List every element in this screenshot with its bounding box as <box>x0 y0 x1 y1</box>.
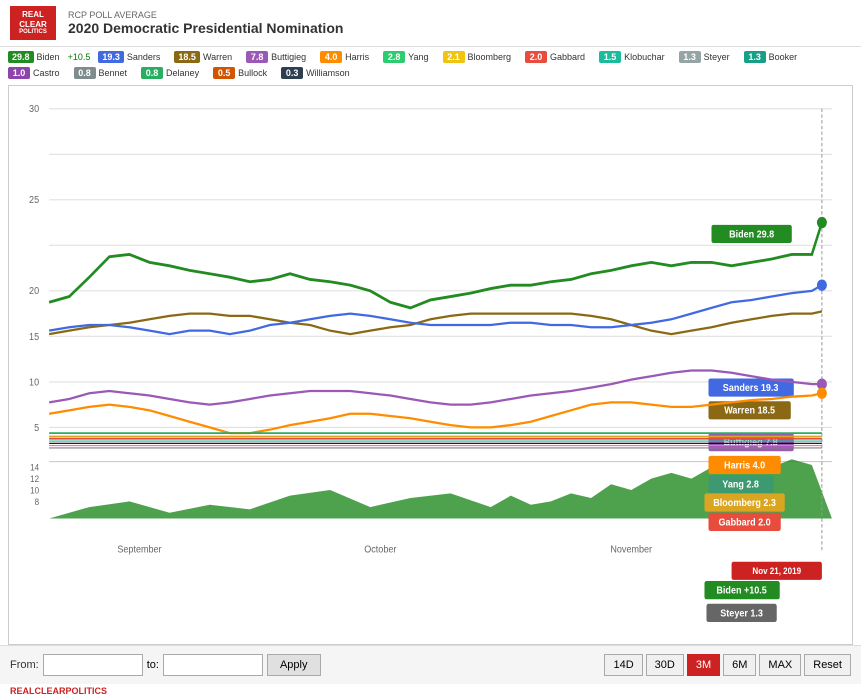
from-label: From: <box>10 659 39 671</box>
legend-item: 0.5Bullock <box>213 67 273 79</box>
range-buttons: 14D30D3M6MMAXReset <box>604 654 851 676</box>
legend-item: 29.8Biden +10.5 <box>8 51 90 63</box>
header-info: RCP POLL AVERAGE 2020 Democratic Preside… <box>68 10 851 36</box>
header-subtitle: RCP POLL AVERAGE <box>68 10 851 20</box>
controls: From: to: Apply 14D30D3M6MMAXReset <box>0 645 861 684</box>
legend-item: 0.8Delaney <box>141 67 205 79</box>
logo-line2: CLEAR <box>15 20 51 30</box>
legend-item: 1.3Steyer <box>679 51 736 63</box>
legend-name: Castro <box>33 68 60 78</box>
svg-text:September: September <box>117 544 162 556</box>
legend-name: Booker <box>769 52 798 62</box>
legend-badge: 1.3 <box>744 51 766 63</box>
range-button-14d[interactable]: 14D <box>604 654 642 676</box>
footer: REALCLEARPOLITICS <box>0 684 861 698</box>
range-button-max[interactable]: MAX <box>759 654 801 676</box>
logo-line3: POLITICS <box>15 29 51 36</box>
svg-text:14: 14 <box>30 463 39 474</box>
legend-item: 0.3Williamson <box>281 67 356 79</box>
legend-item: 1.5Klobuchar <box>599 51 671 63</box>
svg-text:5: 5 <box>34 423 39 435</box>
legend-badge: 2.1 <box>443 51 465 63</box>
svg-text:Sanders 19.3: Sanders 19.3 <box>723 383 779 395</box>
legend-name: Sanders <box>127 52 161 62</box>
svg-text:Steyer 1.3: Steyer 1.3 <box>720 608 763 620</box>
range-button-30d[interactable]: 30D <box>646 654 684 676</box>
range-button-reset[interactable]: Reset <box>804 654 851 676</box>
legend-change: +10.5 <box>68 52 91 62</box>
to-input[interactable] <box>163 654 263 676</box>
svg-text:Biden +10.5: Biden +10.5 <box>716 585 767 597</box>
legend-item: 1.3Booker <box>744 51 804 63</box>
logo: REAL CLEAR POLITICS <box>10 6 56 40</box>
legend-item: 0.8Bennet <box>74 67 134 79</box>
svg-text:20: 20 <box>29 286 39 298</box>
svg-text:November: November <box>610 544 652 556</box>
legend-badge: 2.8 <box>383 51 405 63</box>
legend-name: Bennet <box>99 68 128 78</box>
legend-badge: 18.5 <box>174 51 200 63</box>
legend-item: 2.8Yang <box>383 51 434 63</box>
legend-item: 4.0Harris <box>320 51 375 63</box>
legend-name: Bullock <box>238 68 267 78</box>
legend-name: Bloomberg <box>468 52 512 62</box>
svg-text:15: 15 <box>29 332 39 344</box>
legend-item: 7.8Buttigieg <box>246 51 312 63</box>
legend-name: Warren <box>203 52 232 62</box>
svg-text:Biden 29.8: Biden 29.8 <box>729 229 775 241</box>
legend-item: 2.1Bloomberg <box>443 51 518 63</box>
legend-badge: 29.8 <box>8 51 34 63</box>
app: REAL CLEAR POLITICS RCP POLL AVERAGE 202… <box>0 0 861 698</box>
svg-text:10: 10 <box>29 377 39 389</box>
legend-name: Buttigieg <box>271 52 306 62</box>
svg-text:Warren 18.5: Warren 18.5 <box>724 406 775 418</box>
legend-badge: 0.3 <box>281 67 303 79</box>
legend-badge: 19.3 <box>98 51 124 63</box>
svg-text:8: 8 <box>35 497 40 508</box>
legend-badge: 0.8 <box>141 67 163 79</box>
legend-name: Yang <box>408 52 428 62</box>
svg-text:Gabbard 2.0: Gabbard 2.0 <box>719 517 771 529</box>
range-button-3m[interactable]: 3M <box>687 654 720 676</box>
legend-badge: 1.0 <box>8 67 30 79</box>
legend-item: 19.3Sanders <box>98 51 166 63</box>
apply-button[interactable]: Apply <box>267 654 321 676</box>
legend-badge: 0.8 <box>74 67 96 79</box>
logo-line1: REAL <box>15 10 51 20</box>
footer-text: REALCLEARPOLITICS <box>10 686 107 696</box>
svg-text:25: 25 <box>29 195 39 207</box>
chart-area: 30 25 20 15 10 5 14 12 10 8 September Oc… <box>8 85 853 645</box>
legend-name: Gabbard <box>550 52 585 62</box>
svg-text:10: 10 <box>30 485 39 496</box>
chart-svg: 30 25 20 15 10 5 14 12 10 8 September Oc… <box>9 86 852 644</box>
legend-name: Klobuchar <box>624 52 665 62</box>
svg-text:Harris 4.0: Harris 4.0 <box>724 460 765 472</box>
legend-badge: 1.3 <box>679 51 701 63</box>
to-label: to: <box>147 659 159 671</box>
legend: 29.8Biden+10.519.3Sanders18.5Warren7.8Bu… <box>0 47 861 85</box>
legend-item: 18.5Warren <box>174 51 238 63</box>
legend-name: Harris <box>345 52 369 62</box>
legend-item: 2.0Gabbard <box>525 51 591 63</box>
svg-text:Bloomberg 2.3: Bloomberg 2.3 <box>713 498 776 510</box>
legend-item: 1.0Castro <box>8 67 66 79</box>
svg-text:12: 12 <box>30 474 39 485</box>
legend-name: Steyer <box>704 52 730 62</box>
legend-badge: 2.0 <box>525 51 547 63</box>
legend-name: Delaney <box>166 68 199 78</box>
legend-badge: 7.8 <box>246 51 268 63</box>
legend-name: Williamson <box>306 68 350 78</box>
legend-name: Biden <box>37 52 60 62</box>
range-button-6m[interactable]: 6M <box>723 654 756 676</box>
svg-text:Yang 2.8: Yang 2.8 <box>722 480 759 492</box>
svg-text:Nov 21, 2019: Nov 21, 2019 <box>752 566 801 577</box>
legend-badge: 4.0 <box>320 51 342 63</box>
svg-text:October: October <box>364 544 397 556</box>
from-input[interactable] <box>43 654 143 676</box>
legend-badge: 1.5 <box>599 51 621 63</box>
header: REAL CLEAR POLITICS RCP POLL AVERAGE 202… <box>0 0 861 47</box>
svg-text:30: 30 <box>29 104 39 116</box>
header-title: 2020 Democratic Presidential Nomination <box>68 20 851 36</box>
legend-badge: 0.5 <box>213 67 235 79</box>
